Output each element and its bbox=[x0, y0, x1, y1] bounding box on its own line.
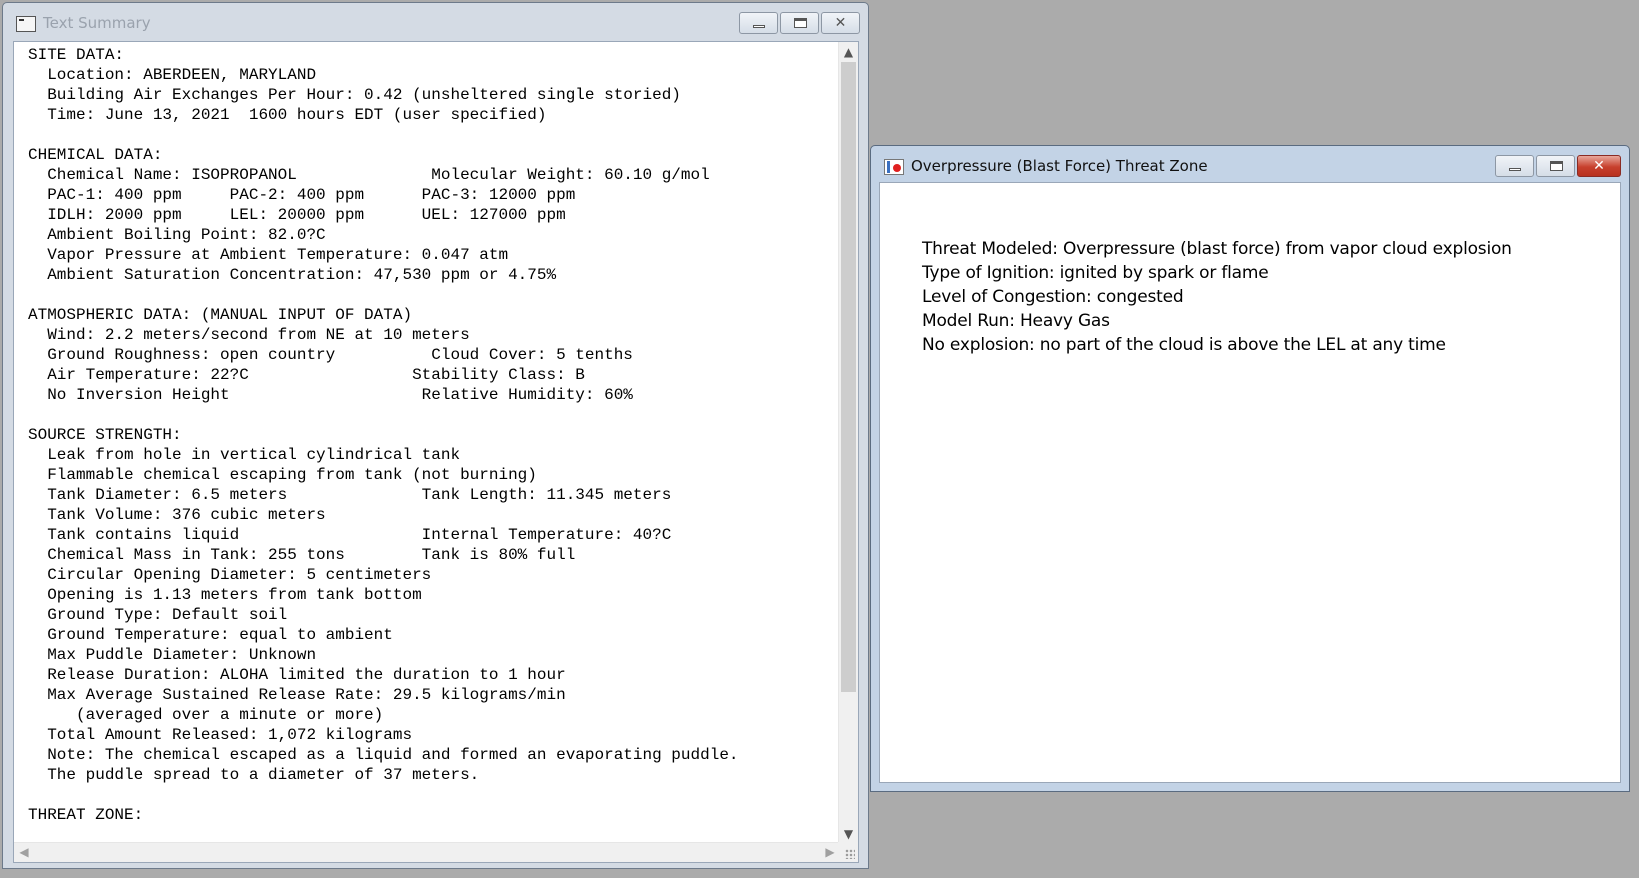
summary-line: The puddle spread to a diameter of 37 me… bbox=[28, 766, 480, 784]
summary-line: ATMOSPHERIC DATA: (MANUAL INPUT OF DATA) bbox=[28, 306, 413, 324]
resize-grip-icon[interactable] bbox=[838, 842, 858, 862]
summary-line: Vapor Pressure at Ambient Temperature: 0… bbox=[28, 246, 509, 264]
summary-line: Release Duration: ALOHA limited the dura… bbox=[28, 666, 566, 684]
minimize-icon bbox=[1509, 168, 1521, 171]
close-icon: ✕ bbox=[1593, 158, 1605, 174]
caption-buttons: ✕ bbox=[1495, 155, 1621, 177]
vertical-scroll-thumb[interactable] bbox=[841, 62, 856, 692]
summary-line: Air Temperature: 22?C Stability Class: B bbox=[28, 366, 585, 384]
threat-line: Threat Modeled: Overpressure (blast forc… bbox=[922, 239, 1512, 259]
scroll-down-arrow-icon[interactable]: ▼ bbox=[839, 824, 858, 844]
summary-line: Note: The chemical escaped as a liquid a… bbox=[28, 746, 739, 764]
threat-line: Type of Ignition: ignited by spark or fl… bbox=[922, 263, 1269, 283]
threat-line: Model Run: Heavy Gas bbox=[922, 311, 1110, 331]
summary-line: Location: ABERDEEN, MARYLAND bbox=[28, 66, 317, 84]
summary-line: Tank Volume: 376 cubic meters bbox=[28, 506, 326, 524]
summary-line: THREAT ZONE: bbox=[28, 806, 144, 824]
summary-line bbox=[14, 285, 840, 305]
summary-line: Ground Temperature: equal to ambient bbox=[28, 626, 393, 644]
summary-line: Time: June 13, 2021 1600 hours EDT (user… bbox=[28, 106, 547, 124]
summary-line bbox=[14, 125, 840, 145]
threat-zone-client: Threat Modeled: Overpressure (blast forc… bbox=[879, 182, 1621, 783]
threat-line: Level of Congestion: congested bbox=[922, 287, 1184, 307]
summary-line: Max Puddle Diameter: Unknown bbox=[28, 646, 317, 664]
summary-line: PAC-1: 400 ppm PAC-2: 400 ppm PAC-3: 120… bbox=[28, 186, 576, 204]
scroll-up-arrow-icon[interactable]: ▲ bbox=[839, 42, 858, 62]
close-icon: ✕ bbox=[834, 15, 847, 31]
summary-line: Flammable chemical escaping from tank (n… bbox=[28, 466, 537, 484]
summary-line: Wind: 2.2 meters/second from NE at 10 me… bbox=[28, 326, 470, 344]
summary-line: Ambient Boiling Point: 82.0?C bbox=[28, 226, 326, 244]
summary-line bbox=[14, 405, 840, 425]
maximize-icon bbox=[1550, 161, 1563, 171]
close-button[interactable]: ✕ bbox=[821, 12, 860, 34]
window-title: Text Summary bbox=[43, 14, 151, 32]
summary-line: Chemical Mass in Tank: 255 tons Tank is … bbox=[28, 546, 576, 564]
maximize-icon bbox=[794, 18, 807, 28]
threat-zone-window: Overpressure (Blast Force) Threat Zone ✕… bbox=[870, 145, 1630, 792]
threat-line: No explosion: no part of the cloud is ab… bbox=[922, 335, 1446, 355]
summary-text-area[interactable]: SITE DATA: Location: ABERDEEN, MARYLAND … bbox=[14, 42, 840, 844]
summary-line: Building Air Exchanges Per Hour: 0.42 (u… bbox=[28, 86, 681, 104]
maximize-button[interactable] bbox=[780, 12, 819, 34]
summary-line: Circular Opening Diameter: 5 centimeters bbox=[28, 566, 432, 584]
maximize-button[interactable] bbox=[1536, 155, 1575, 177]
summary-line: Chemical Name: ISOPROPANOL Molecular Wei… bbox=[28, 166, 710, 184]
vertical-scrollbar[interactable]: ▲ ▼ bbox=[838, 42, 858, 844]
scroll-left-arrow-icon[interactable]: ◀ bbox=[14, 843, 34, 862]
minimize-button[interactable] bbox=[1495, 155, 1534, 177]
minimize-icon bbox=[753, 25, 765, 28]
horizontal-scrollbar[interactable]: ◀ ▶ bbox=[14, 842, 840, 862]
text-summary-client: SITE DATA: Location: ABERDEEN, MARYLAND … bbox=[13, 41, 859, 863]
summary-line: Max Average Sustained Release Rate: 29.5… bbox=[28, 686, 566, 704]
scroll-right-arrow-icon[interactable]: ▶ bbox=[820, 843, 840, 862]
summary-line: Tank Diameter: 6.5 meters Tank Length: 1… bbox=[28, 486, 672, 504]
summary-line: CHEMICAL DATA: bbox=[28, 146, 163, 164]
summary-line: Ground Type: Default soil bbox=[28, 606, 288, 624]
summary-line: Leak from hole in vertical cylindrical t… bbox=[28, 446, 461, 464]
aloha-app-icon[interactable] bbox=[884, 159, 904, 175]
summary-line: Tank contains liquid Internal Temperatur… bbox=[28, 526, 672, 544]
window-title: Overpressure (Blast Force) Threat Zone bbox=[911, 157, 1208, 175]
summary-line: SOURCE STRENGTH: bbox=[28, 426, 182, 444]
summary-line: IDLH: 2000 ppm LEL: 20000 ppm UEL: 12700… bbox=[28, 206, 566, 224]
caption-buttons: ✕ bbox=[739, 12, 860, 34]
minimize-button[interactable] bbox=[739, 12, 778, 34]
terminal-app-icon[interactable] bbox=[16, 16, 36, 32]
text-summary-titlebar[interactable]: Text Summary ✕ bbox=[3, 3, 868, 41]
summary-line: (averaged over a minute or more) bbox=[28, 706, 384, 724]
summary-line: Ground Roughness: open country Cloud Cov… bbox=[28, 346, 633, 364]
threat-description: Threat Modeled: Overpressure (blast forc… bbox=[922, 237, 1512, 357]
summary-line: SITE DATA: bbox=[28, 46, 125, 64]
close-button[interactable]: ✕ bbox=[1577, 155, 1621, 177]
summary-line: Opening is 1.13 meters from tank bottom bbox=[28, 586, 422, 604]
summary-line: Total Amount Released: 1,072 kilograms bbox=[28, 726, 413, 744]
text-summary-window: Text Summary ✕ SITE DATA: Location: ABER… bbox=[2, 2, 869, 869]
summary-line: Ambient Saturation Concentration: 47,530… bbox=[28, 266, 557, 284]
summary-line: No Inversion Height Relative Humidity: 6… bbox=[28, 386, 633, 404]
summary-line bbox=[14, 785, 840, 805]
threat-zone-titlebar[interactable]: Overpressure (Blast Force) Threat Zone ✕ bbox=[871, 146, 1629, 184]
